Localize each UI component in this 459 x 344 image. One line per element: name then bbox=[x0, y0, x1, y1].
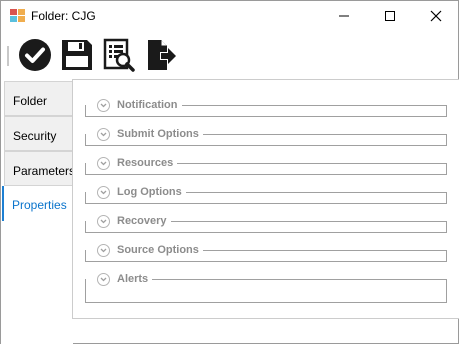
tab-parameters[interactable]: Parameters bbox=[4, 151, 76, 186]
section-title: Alerts bbox=[117, 273, 153, 285]
chevron-down-icon[interactable] bbox=[97, 185, 110, 199]
maximize-icon bbox=[385, 11, 395, 21]
section-title: Submit Options bbox=[117, 128, 203, 140]
section-title: Source Options bbox=[117, 244, 203, 256]
tab-label: Properties bbox=[12, 198, 67, 212]
export-button[interactable] bbox=[143, 37, 179, 73]
section-header[interactable]: Source Options bbox=[85, 242, 447, 258]
minimize-button[interactable] bbox=[321, 1, 367, 31]
section-header[interactable]: Recovery bbox=[85, 213, 447, 229]
title-bar: Folder: CJG bbox=[1, 1, 458, 31]
tab-label: Parameters bbox=[13, 164, 76, 178]
section-header[interactable]: Notification bbox=[85, 97, 447, 113]
section-title: Recovery bbox=[117, 215, 171, 227]
chevron-down-icon[interactable] bbox=[97, 243, 110, 257]
section-title: Log Options bbox=[117, 186, 186, 198]
maximize-button[interactable] bbox=[367, 1, 413, 31]
tab-label: Security bbox=[13, 129, 57, 143]
chevron-down-icon[interactable] bbox=[97, 272, 110, 286]
tab-strip: Folder Security Parameters Properties bbox=[1, 79, 76, 344]
chevron-down-icon[interactable] bbox=[97, 214, 110, 228]
minimize-icon bbox=[339, 15, 349, 17]
section-title: Notification bbox=[117, 99, 182, 111]
check-circle-icon bbox=[19, 39, 51, 71]
toolbar bbox=[1, 31, 458, 79]
properties-panel: Notification Submit Options Resources Lo… bbox=[72, 79, 459, 319]
chevron-down-icon[interactable] bbox=[97, 156, 110, 170]
document-search-icon bbox=[103, 38, 135, 72]
chevron-down-icon[interactable] bbox=[97, 98, 110, 112]
tab-folder[interactable]: Folder bbox=[4, 81, 73, 116]
tab-label: Folder bbox=[13, 94, 48, 108]
close-button[interactable] bbox=[413, 1, 459, 31]
window-title: Folder: CJG bbox=[31, 9, 96, 23]
toolbar-grip[interactable] bbox=[7, 46, 9, 66]
chevron-down-icon[interactable] bbox=[97, 127, 110, 141]
app-icon bbox=[10, 9, 25, 22]
section-header[interactable]: Log Options bbox=[85, 184, 447, 200]
document-export-icon bbox=[148, 40, 176, 70]
folder-properties-window: Folder: CJG Folder Security Parameters P… bbox=[0, 0, 459, 344]
tab-security[interactable]: Security bbox=[4, 116, 73, 151]
save-button[interactable] bbox=[59, 37, 95, 73]
close-icon bbox=[430, 10, 442, 22]
tab-properties[interactable]: Properties bbox=[2, 186, 74, 221]
section-title: Resources bbox=[117, 157, 178, 169]
ok-button[interactable] bbox=[17, 37, 53, 73]
floppy-disk-icon bbox=[62, 40, 92, 70]
section-header[interactable]: Alerts bbox=[85, 271, 447, 287]
preview-button[interactable] bbox=[101, 37, 137, 73]
window-footer bbox=[1, 319, 458, 343]
section-header[interactable]: Resources bbox=[85, 155, 447, 171]
section-header[interactable]: Submit Options bbox=[85, 126, 447, 142]
